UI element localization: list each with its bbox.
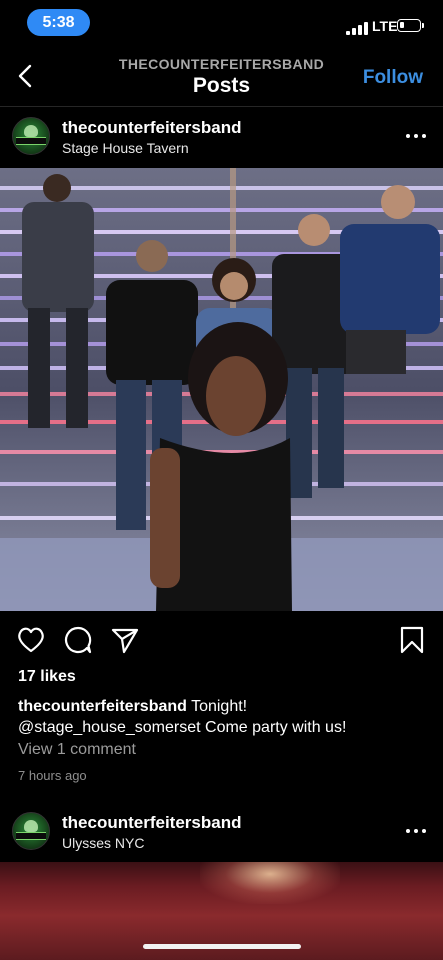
post-username[interactable]: thecounterfeitersband [62,813,241,833]
view-comments-link[interactable]: View 1 comment [18,741,136,759]
avatar[interactable] [12,117,50,155]
nav-header: THECOUNTERFEITERSBAND Posts Follow [0,50,443,106]
post-timestamp: 7 hours ago [18,768,87,783]
status-bar: 5:38 LTE [0,0,443,50]
post-location[interactable]: Ulysses NYC [62,835,144,851]
post-caption: thecounterfeitersband Tonight! @stage_ho… [18,696,428,738]
bookmark-icon[interactable] [398,625,426,660]
post-username[interactable]: thecounterfeitersband [62,118,241,138]
heart-icon[interactable] [16,625,46,660]
status-time[interactable]: 5:38 [27,9,90,36]
network-type: LTE [372,18,398,34]
post-header: thecounterfeitersband Stage House Tavern [0,107,443,167]
more-horizontal-icon[interactable] [406,134,428,140]
comment-icon[interactable] [63,625,93,660]
post-location[interactable]: Stage House Tavern [62,140,189,156]
more-horizontal-icon[interactable] [406,829,428,835]
home-indicator[interactable] [143,944,301,949]
caption-username[interactable]: thecounterfeitersband [18,698,187,715]
likes-count[interactable]: 17 likes [18,668,76,686]
paper-plane-icon[interactable] [110,625,140,660]
post-header: thecounterfeitersband Ulysses NYC [0,802,443,862]
battery-icon [397,19,424,32]
post-actions [0,621,443,661]
post-photo[interactable] [0,168,443,611]
signal-icon [346,21,368,35]
follow-button[interactable]: Follow [363,67,423,89]
avatar[interactable] [12,812,50,850]
